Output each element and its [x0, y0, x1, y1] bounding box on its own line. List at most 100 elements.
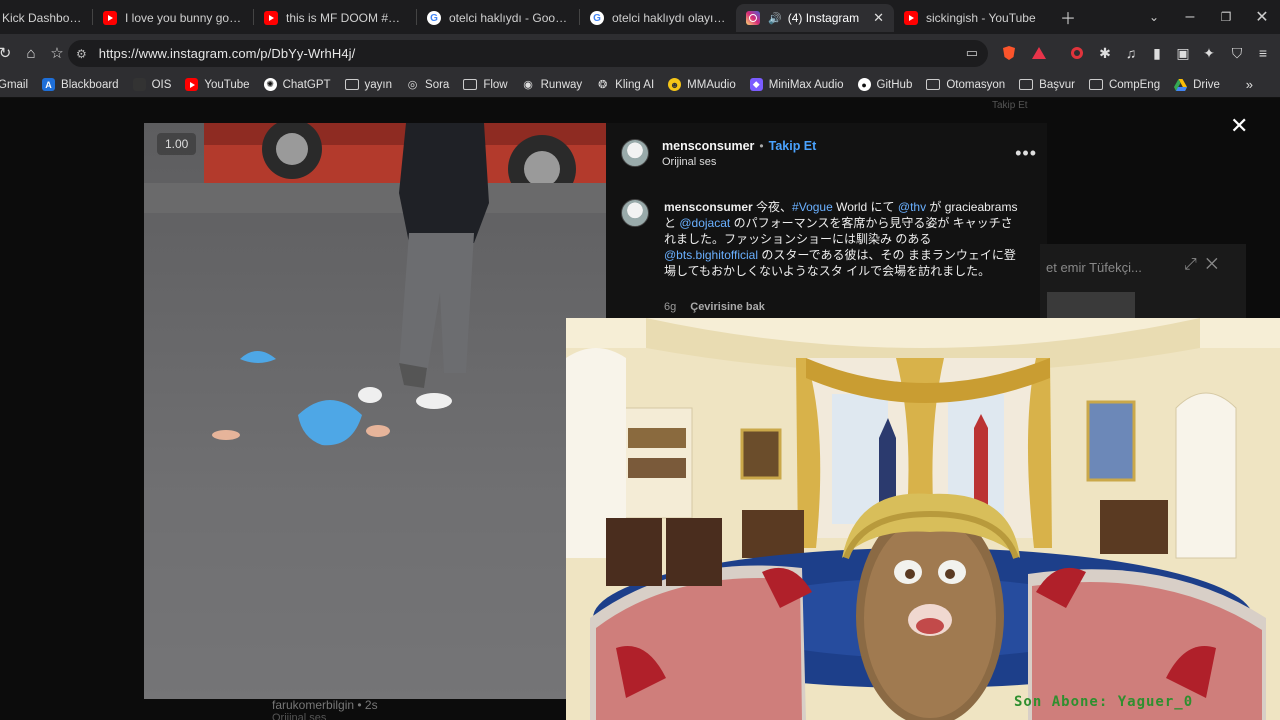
bookmark-label: MMAudio	[687, 78, 736, 91]
tab-kick-dashboard[interactable]: Kick Dashboard	[0, 4, 92, 32]
pip-video-overlay[interactable]: Son Abone: Yaguer_0	[566, 318, 1280, 720]
new-tab-icon[interactable]: ＋	[1054, 3, 1082, 31]
bookmark-folder-basvur[interactable]: Başvur	[1012, 74, 1082, 96]
see-translation-link[interactable]: Çevirisine bak	[690, 301, 765, 313]
restore-icon[interactable]: ❐	[1212, 3, 1240, 31]
tab-google-otelci-olay[interactable]: G otelci haklıydı olayı ne - G	[580, 4, 736, 32]
follow-button[interactable]: Takip Et	[769, 139, 817, 153]
bookmark-label: YouTube	[204, 78, 250, 91]
close-post-icon[interactable]: ✕	[1230, 113, 1248, 139]
wallet-icon[interactable]: ▣	[1172, 42, 1194, 64]
youtube-favicon-icon	[103, 11, 117, 25]
folder-icon	[1088, 79, 1103, 90]
bookmark-kling[interactable]: ❂ Kling AI	[589, 74, 661, 96]
tab-search-chevron-icon[interactable]: ⌄	[1140, 3, 1168, 31]
separator-dot: •	[759, 139, 764, 153]
mention-link[interactable]: @thv	[898, 200, 926, 214]
site-settings-icon[interactable]: ⚙	[76, 47, 87, 61]
background-audio-label: Orijinal ses	[272, 712, 327, 720]
bookmark-label: Gmail	[0, 78, 29, 91]
folder-icon	[344, 79, 359, 90]
bookmark-mmaudio[interactable]: ☻ MMAudio	[661, 74, 743, 96]
last-subscriber-ticker: Son Abone: Yaguer_0	[1014, 694, 1194, 710]
bookmark-label: Sora	[425, 78, 450, 91]
folder-icon	[926, 79, 941, 90]
caption-text: World にて	[832, 200, 898, 214]
background-follow-label: Takip Et	[992, 100, 1028, 111]
bookmark-folder-otomasyon[interactable]: Otomasyon	[919, 74, 1012, 96]
extensions-icon[interactable]: ✱	[1094, 42, 1116, 64]
speaker-icon[interactable]: 🔊	[768, 12, 782, 25]
tab-title: sickingish - YouTube	[926, 11, 1036, 25]
sidebar-toggle-icon[interactable]: ▮	[1146, 42, 1168, 64]
home-icon[interactable]: ⌂	[18, 40, 44, 66]
url-text[interactable]: https://www.instagram.com/p/DbYy-WrhH4j/	[99, 46, 356, 61]
bookmark-sora[interactable]: ◎ Sora	[399, 74, 456, 96]
bookmarks-bar: Gmail A Blackboard OIS YouTube ✺ ChatGPT y…	[0, 72, 1280, 98]
brave-shield-icon[interactable]	[998, 42, 1020, 64]
reel-video[interactable]: 1.00	[144, 123, 606, 699]
bookmark-minimax[interactable]: ◆ MiniMax Audio	[743, 74, 851, 96]
audio-label[interactable]: Orijinal ses	[662, 156, 716, 168]
bookmark-ois[interactable]: OIS	[126, 74, 179, 96]
reload-icon[interactable]: ↻	[0, 40, 18, 66]
post-details-panel: mensconsumer • Takip Et Orijinal ses •••…	[606, 123, 1047, 323]
mention-link[interactable]: @dojacat	[679, 216, 730, 230]
bookmark-label: Otomasyon	[946, 78, 1006, 91]
bookmark-blackboard[interactable]: A Blackboard	[35, 74, 126, 96]
minimize-icon[interactable]: –	[1176, 3, 1204, 31]
post-caption: mensconsumer 今夜、#Vogue World にて @thv が g…	[664, 199, 1024, 279]
tab-title: otelci haklıydı - Google'd	[449, 11, 569, 25]
bookmark-folder-compeng[interactable]: CompEng	[1082, 74, 1167, 96]
caption-username[interactable]: mensconsumer	[664, 200, 753, 214]
more-options-icon[interactable]: •••	[1015, 143, 1037, 164]
avatar[interactable]	[621, 139, 649, 167]
tab-youtube-bunny[interactable]: I love you bunny go fuck	[93, 4, 253, 32]
tab-google-otelci[interactable]: G otelci haklıydı - Google'd	[417, 4, 579, 32]
leo-ai-icon[interactable]: ✦	[1198, 42, 1220, 64]
chatgpt-icon: ✺	[263, 78, 277, 91]
tab-youtube-mfdoom[interactable]: this is MF DOOM #shorts	[254, 4, 416, 32]
bookmark-label: OIS	[151, 78, 172, 91]
address-bar[interactable]: ⚙ https://www.instagram.com/p/DbYy-WrhH4…	[68, 40, 988, 67]
post-time: 6g	[664, 301, 677, 313]
hashtag-link[interactable]: #Vogue	[792, 200, 833, 214]
vpn-icon[interactable]: ⛉	[1226, 42, 1248, 64]
close-tab-icon[interactable]: ✕	[873, 10, 884, 26]
brave-rewards-icon[interactable]	[1028, 42, 1050, 64]
background-reel-thumbnail	[1047, 292, 1135, 318]
page-content: Takip Et 1.00 mensconsumer • Takip Et Or…	[0, 98, 1280, 720]
bookmark-gmail[interactable]: Gmail	[0, 74, 35, 96]
expand-close-icons[interactable]: ⤢ ✕	[1184, 256, 1218, 274]
oval-office-scene-image	[566, 318, 1280, 720]
bookmark-folder-flow[interactable]: Flow	[456, 74, 514, 96]
bookmark-chatgpt[interactable]: ✺ ChatGPT	[257, 74, 338, 96]
avatar[interactable]	[621, 199, 649, 227]
tab-title: I love you bunny go fuck	[125, 11, 243, 25]
cast-icon[interactable]: ▭	[966, 45, 978, 61]
tab-title: (4) Instagram	[787, 11, 860, 25]
bookmark-runway[interactable]: ◉ Runway	[515, 74, 590, 96]
media-controls-icon[interactable]: ♫	[1120, 42, 1142, 64]
minimax-icon: ◆	[749, 78, 763, 91]
bookmark-github[interactable]: ● GitHub	[851, 74, 920, 96]
drive-icon	[1174, 78, 1188, 91]
mention-link[interactable]: @bts.bighitofficial	[664, 248, 758, 262]
bookmark-icon[interactable]: ☆	[44, 40, 70, 66]
more-bookmarks-chevron-icon[interactable]: »	[1239, 74, 1260, 96]
bookmark-drive[interactable]: Drive	[1167, 74, 1227, 96]
post-username[interactable]: mensconsumer	[662, 139, 754, 153]
bookmark-folder-yayin[interactable]: yayın	[338, 74, 400, 96]
bookmark-youtube[interactable]: YouTube	[178, 74, 256, 96]
record-icon[interactable]	[1066, 42, 1088, 64]
browser-window: Kick Dashboard I love you bunny go fuck …	[0, 0, 1280, 720]
tab-instagram[interactable]: 🔊 (4) Instagram ✕	[736, 4, 894, 32]
tab-title: this is MF DOOM #shorts	[286, 11, 406, 25]
background-username: farukomerbilgin • 2s	[272, 698, 378, 712]
blackboard-icon: A	[42, 78, 56, 91]
youtube-favicon-icon	[264, 11, 278, 25]
close-window-icon[interactable]: ✕	[1248, 3, 1276, 31]
menu-icon[interactable]: ≡	[1252, 42, 1274, 64]
tab-youtube-sickingish[interactable]: sickingish - YouTube	[894, 4, 1054, 32]
folder-icon	[463, 79, 478, 90]
